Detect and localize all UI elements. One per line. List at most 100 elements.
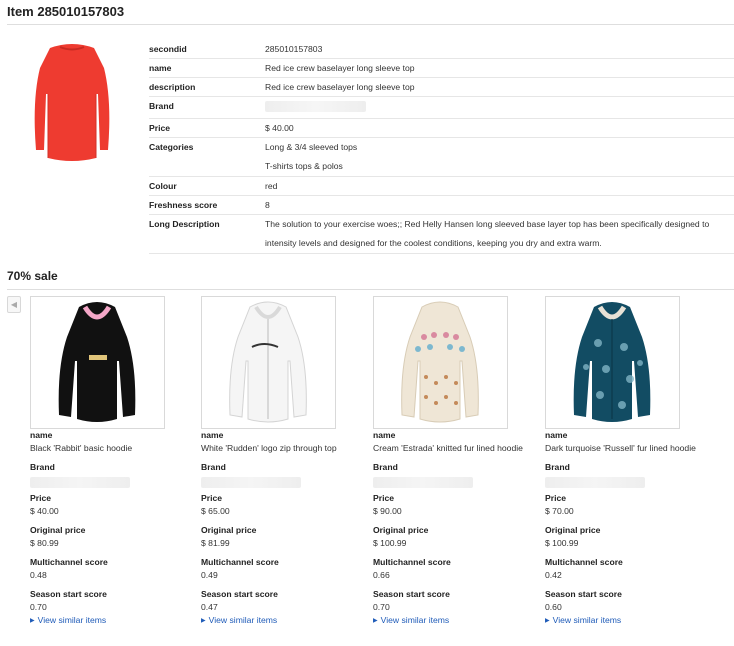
- product-name: Dark turquoise 'Russell' fur lined hoodi…: [545, 443, 696, 453]
- season-start-score: 0.70: [373, 602, 390, 612]
- attr-key: secondid: [149, 40, 265, 59]
- long-description-line-2: intensity levels and designed for the co…: [265, 238, 602, 248]
- product-price: $ 65.00: [201, 506, 230, 516]
- table-row: name Red ice crew baselayer long sleeve …: [149, 58, 734, 78]
- attr-key: Colour: [149, 176, 265, 196]
- original-price-label: Original price: [30, 525, 86, 535]
- attr-key: Price: [149, 118, 265, 138]
- season-start-score: 0.47: [201, 602, 218, 612]
- view-similar-label: View similar items: [208, 615, 278, 625]
- price-label: Price: [373, 493, 395, 503]
- attr-value: red: [265, 176, 734, 196]
- product-card: name Cream 'Estrada' knitted fur lined h…: [373, 296, 533, 628]
- product-thumbnail[interactable]: [201, 296, 336, 429]
- product-thumbnail[interactable]: [373, 296, 508, 429]
- table-row: Categories Long & 3/4 sleeved tops T-shi…: [149, 137, 734, 177]
- section-divider: [7, 289, 734, 290]
- original-price-label: Original price: [373, 525, 429, 535]
- product-thumbnail[interactable]: [30, 296, 165, 429]
- product-name: White 'Rudden' logo zip through top: [201, 443, 337, 453]
- multichannel-score: 0.66: [373, 570, 390, 580]
- category-1: Long & 3/4 sleeved tops: [265, 142, 358, 152]
- product-thumbnail[interactable]: [545, 296, 680, 429]
- product-card: name Black 'Rabbit' basic hoodie Brand P…: [30, 296, 190, 628]
- name-label: name: [373, 430, 396, 440]
- view-similar-label: View similar items: [380, 615, 450, 625]
- original-price-label: Original price: [201, 525, 257, 535]
- table-row: Colour red: [149, 176, 734, 196]
- brand-label: Brand: [545, 462, 570, 472]
- product-image: [20, 38, 124, 168]
- attr-value: [265, 96, 734, 119]
- left-arrow-icon[interactable]: ◀: [7, 296, 21, 313]
- brand-redacted: [373, 477, 473, 488]
- view-similar-link[interactable]: ▶ View similar items: [545, 614, 705, 628]
- attr-value: 8: [265, 195, 734, 215]
- name-label: name: [545, 430, 568, 440]
- product-card: name White 'Rudden' logo zip through top…: [201, 296, 361, 628]
- season-start-score-label: Season start score: [30, 589, 107, 599]
- view-similar-link[interactable]: ▶ View similar items: [201, 614, 361, 628]
- brand-redacted: [30, 477, 130, 488]
- multichannel-score-label: Multichannel score: [373, 557, 451, 567]
- price-label: Price: [545, 493, 567, 503]
- table-row: Price $ 40.00: [149, 118, 734, 138]
- brand-label: Brand: [30, 462, 55, 472]
- attr-key: Brand: [149, 96, 265, 119]
- product-original-price: $ 80.99: [30, 538, 59, 548]
- triangle-right-icon: ▶: [373, 618, 378, 624]
- season-start-score-label: Season start score: [201, 589, 278, 599]
- view-similar-label: View similar items: [552, 615, 622, 625]
- multichannel-score: 0.42: [545, 570, 562, 580]
- multichannel-score-label: Multichannel score: [30, 557, 108, 567]
- brand-redacted: [265, 101, 366, 112]
- triangle-right-icon: ▶: [30, 618, 35, 624]
- multichannel-score: 0.48: [30, 570, 47, 580]
- table-row: description Red ice crew baselayer long …: [149, 77, 734, 97]
- original-price-label: Original price: [545, 525, 601, 535]
- triangle-right-icon: ▶: [545, 618, 550, 624]
- product-name: Black 'Rabbit' basic hoodie: [30, 443, 133, 453]
- price-label: Price: [30, 493, 52, 503]
- page-title: Item 285010157803: [7, 4, 125, 19]
- view-similar-link[interactable]: ▶ View similar items: [30, 614, 190, 628]
- product-card: name Dark turquoise 'Russell' fur lined …: [545, 296, 705, 628]
- attr-key: Freshness score: [149, 195, 265, 215]
- product-original-price: $ 81.99: [201, 538, 230, 548]
- title-divider: [7, 24, 734, 25]
- attr-key: name: [149, 58, 265, 78]
- attr-value: $ 40.00: [265, 118, 734, 138]
- section-title: 70% sale: [7, 269, 58, 283]
- attr-value: The solution to your exercise woes;; Red…: [265, 214, 734, 254]
- view-similar-link[interactable]: ▶ View similar items: [373, 614, 533, 628]
- brand-redacted: [201, 477, 301, 488]
- triangle-right-icon: ▶: [201, 618, 206, 624]
- table-row: Long Description The solution to your ex…: [149, 214, 734, 254]
- long-description-line-1: The solution to your exercise woes;; Red…: [265, 219, 710, 229]
- attr-value: 285010157803: [265, 40, 734, 59]
- attr-value: Red ice crew baselayer long sleeve top: [265, 58, 734, 78]
- table-row: secondid 285010157803: [149, 40, 734, 59]
- attr-value: Long & 3/4 sleeved tops T-shirts tops & …: [265, 137, 734, 177]
- attr-key: Long Description: [149, 214, 265, 254]
- attr-key: Categories: [149, 137, 265, 177]
- product-original-price: $ 100.99: [373, 538, 407, 548]
- price-label: Price: [201, 493, 223, 503]
- multichannel-score-label: Multichannel score: [545, 557, 623, 567]
- product-price: $ 70.00: [545, 506, 574, 516]
- table-row: Brand: [149, 96, 734, 119]
- product-original-price: $ 100.99: [545, 538, 579, 548]
- table-row: Freshness score 8: [149, 195, 734, 215]
- product-name: Cream 'Estrada' knitted fur lined hoodie: [373, 443, 523, 453]
- brand-label: Brand: [373, 462, 398, 472]
- season-start-score: 0.70: [30, 602, 47, 612]
- view-similar-label: View similar items: [37, 615, 107, 625]
- product-price: $ 40.00: [30, 506, 59, 516]
- name-label: name: [201, 430, 224, 440]
- attr-key: description: [149, 77, 265, 97]
- brand-redacted: [545, 477, 645, 488]
- season-start-score-label: Season start score: [545, 589, 622, 599]
- name-label: name: [30, 430, 53, 440]
- multichannel-score-label: Multichannel score: [201, 557, 279, 567]
- product-price: $ 90.00: [373, 506, 402, 516]
